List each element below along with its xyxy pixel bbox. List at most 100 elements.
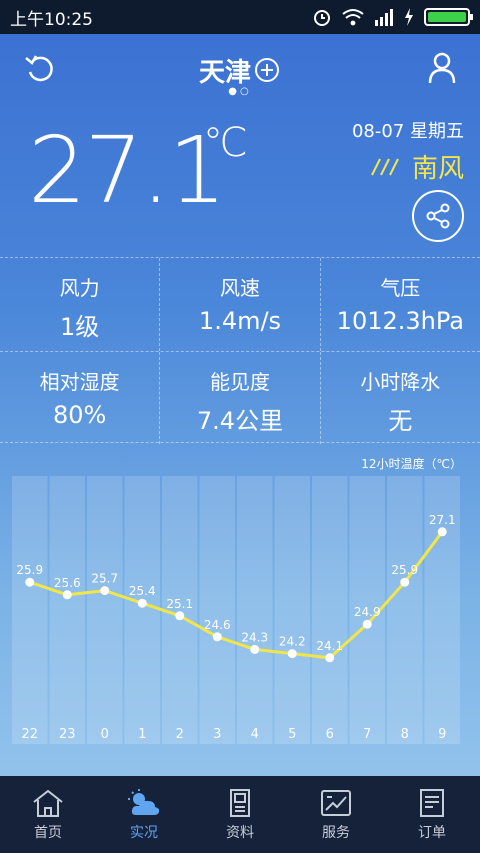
hour-label: 3 (213, 727, 221, 742)
order-icon (420, 788, 444, 817)
detail-wind-speed: 风速 1.4m/s (159, 258, 319, 351)
detail-label: 能见度 (209, 370, 270, 394)
hour-column (237, 476, 273, 744)
hour-label: 0 (101, 727, 109, 742)
tab-label: 首页 (34, 824, 62, 841)
hour-column (199, 476, 235, 744)
tab-label: 实况 (130, 824, 158, 841)
hour-column (387, 476, 423, 744)
hour-column (124, 476, 160, 744)
charging-icon (405, 8, 413, 26)
detail-value: 7.4公里 (196, 407, 284, 435)
hour-label: 2 (176, 727, 184, 742)
detail-label: 气压 (380, 276, 421, 300)
temperature-unit: ℃ (203, 120, 248, 166)
temperature-label: 25.9 (391, 563, 418, 577)
hour-label: 9 (438, 727, 446, 742)
temperature-label: 24.2 (279, 635, 306, 649)
status-time: 上午10:25 (10, 9, 93, 30)
status-icons (312, 7, 473, 27)
hour-label: 22 (21, 727, 38, 742)
user-button[interactable] (424, 50, 460, 86)
wifi-icon (342, 9, 364, 26)
service-icon (321, 789, 351, 816)
hour-label: 6 (326, 727, 334, 742)
detail-wind-force: 风力 1级 (0, 258, 159, 351)
temperature-point (212, 632, 222, 642)
temperature-point (400, 577, 410, 587)
wind-direction: 南风 (368, 148, 464, 185)
share-icon (426, 203, 450, 229)
hour-label: 23 (59, 727, 76, 742)
temperature-point (62, 590, 72, 600)
tab-live[interactable]: 实况 (96, 776, 192, 853)
tab-data[interactable]: 资料 (192, 776, 288, 853)
hour-column (12, 476, 48, 744)
document-icon (230, 788, 250, 817)
hour-label: 7 (363, 727, 371, 742)
battery-icon (424, 8, 473, 26)
hour-column (49, 476, 85, 744)
tab-home[interactable]: 首页 (0, 776, 96, 853)
hour-column (274, 476, 310, 744)
temperature-point (137, 598, 147, 608)
tab-order[interactable]: 订单 (384, 776, 480, 853)
detail-label: 风力 (59, 276, 100, 300)
temperature-point (250, 644, 260, 654)
chart-title: 12小时温度（℃） (361, 457, 462, 471)
temperature-point (100, 586, 110, 596)
detail-value: 80% (52, 401, 107, 429)
tab-label: 服务 (322, 824, 350, 841)
detail-pressure: 气压 1012.3hPa (319, 258, 480, 351)
detail-value: 1012.3hPa (336, 307, 464, 335)
detail-value: 无 (388, 407, 413, 435)
status-bar: 上午10:25 (0, 0, 480, 34)
temperature-point (25, 577, 35, 587)
signal-icon (375, 9, 393, 26)
temperature-point (325, 653, 335, 663)
city-name: 天津 (198, 58, 251, 88)
temperature-label: 25.7 (91, 572, 118, 586)
temperature-chart: 25.9 25.6 25.7 25.4 25.1 24.6 24.3 24.2 24.1 24.9… (12, 476, 460, 744)
tab-service[interactable]: 服务 (288, 776, 384, 853)
temperature-label: 25.4 (129, 584, 156, 598)
temperature-point (362, 619, 372, 629)
current-temperature: 27.1 (28, 117, 227, 224)
temperature-label: 25.6 (54, 576, 81, 590)
detail-humidity: 相对湿度 80% (0, 352, 159, 444)
hour-label: 1 (138, 727, 146, 742)
temperature-point (437, 527, 447, 537)
weather-icon (128, 788, 160, 815)
detail-visibility: 能见度 7.4公里 (159, 352, 319, 444)
temperature-point (287, 649, 297, 659)
current-date: 08-07 星期五 (351, 121, 464, 142)
user-icon (428, 52, 456, 84)
hour-column (312, 476, 348, 744)
detail-label: 相对湿度 (39, 370, 120, 394)
detail-label: 小时降水 (360, 370, 441, 394)
hour-label: 8 (401, 727, 409, 742)
temperature-label: 24.9 (354, 605, 381, 619)
temperature-label: 27.1 (429, 513, 456, 527)
detail-precipitation: 小时降水无 (319, 352, 480, 444)
hour-label: 4 (251, 727, 259, 742)
detail-value: 1.4m/s (198, 307, 282, 335)
tab-bar: 首页 实况 资料 服务 订单 (0, 776, 480, 853)
temperature-label: 25.1 (166, 597, 193, 611)
details-grid: 风力 1级 风速 1.4m/s 气压 1012.3hPa 相对湿度 80% 能见度 7.4… (0, 257, 480, 444)
temperature-label: 24.1 (316, 639, 343, 653)
detail-value: 1级 (60, 313, 100, 341)
alarm-icon (314, 10, 330, 26)
temperature-label: 25.9 (16, 563, 43, 577)
hour-column (87, 476, 123, 744)
tab-label: 订单 (418, 824, 446, 841)
detail-label: 风速 (219, 276, 260, 300)
header: 天津 ●○ (0, 34, 480, 104)
temperature-label: 24.6 (204, 618, 231, 632)
hour-label: 5 (288, 727, 296, 742)
temperature-label: 24.3 (241, 630, 268, 644)
tab-label: 资料 (226, 824, 254, 841)
wind-direction-label: 南风 (411, 154, 464, 184)
page-indicator: ●○ (228, 86, 252, 97)
share-button[interactable] (412, 190, 464, 242)
